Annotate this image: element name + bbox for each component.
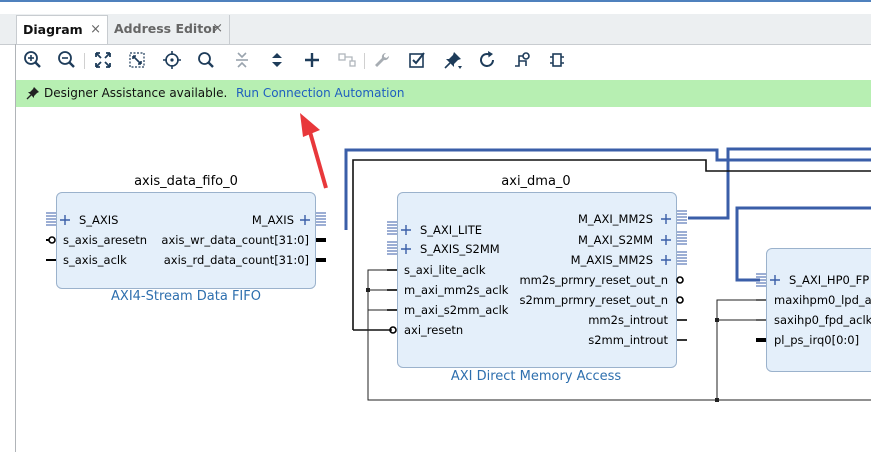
regenerate-layout-icon[interactable]: [476, 49, 498, 71]
ps-port-saxihp0-fpd-aclk[interactable]: saxihp0_fpd_aclk: [774, 313, 871, 327]
fifo-port-rd-data-count[interactable]: axis_rd_data_count[31:0]: [164, 253, 309, 267]
fifo-port-s-axis-aclk[interactable]: s_axis_aclk: [63, 253, 127, 267]
zoom-fit-icon[interactable]: [92, 49, 114, 71]
dma-port-axi-resetn[interactable]: axi_resetn: [404, 323, 463, 337]
fifo-block-title: axis_data_fifo_0: [134, 174, 238, 189]
fifo-block-subtitle: AXI4-Stream Data FIFO: [111, 289, 261, 304]
tab-diagram[interactable]: Diagram ×: [16, 15, 108, 44]
zoom-out-icon[interactable]: [56, 49, 78, 71]
dma-block-subtitle: AXI Direct Memory Access: [450, 369, 622, 384]
diagram-toolbar: [16, 45, 871, 77]
add-ip-icon[interactable]: [301, 49, 323, 71]
ps-port-maxihpm0-lpd-aclk[interactable]: maxihpm0_lpd_ac: [774, 293, 871, 307]
fifo-port-wr-data-count[interactable]: axis_wr_data_count[31:0]: [161, 233, 309, 247]
fifo-port-s-axis[interactable]: S_AXIS: [79, 213, 119, 227]
tab-address-editor[interactable]: Address Editor ×: [108, 15, 230, 44]
dma-port-mm2s-introut[interactable]: mm2s_introut: [588, 313, 668, 327]
make-connection-icon[interactable]: [336, 49, 358, 71]
window-top-border: [0, 0, 871, 2]
tab-diagram-close-icon[interactable]: ×: [90, 16, 101, 44]
dma-port-s2mm-introut[interactable]: s2mm_introut: [588, 333, 668, 347]
center-icon[interactable]: [161, 49, 183, 71]
tab-address-editor-label: Address Editor: [114, 21, 218, 36]
designer-assistance-banner: Designer Assistance available. Run Conne…: [16, 80, 871, 107]
dma-port-s-axis-s2mm[interactable]: S_AXIS_S2MM: [420, 242, 500, 256]
validate-design-icon[interactable]: [406, 49, 428, 71]
dma-port-m-axi-s2mm[interactable]: M_AXI_S2MM: [578, 233, 653, 247]
editor-tab-bar: Diagram × Address Editor ×: [0, 14, 871, 45]
run-connection-automation-link[interactable]: Run Connection Automation: [236, 86, 404, 100]
fifo-port-m-axis[interactable]: M_AXIS: [252, 213, 294, 227]
annotation-arrow: [300, 113, 328, 189]
create-hierarchy-icon[interactable]: [546, 49, 568, 71]
tab-address-editor-close-icon[interactable]: ×: [212, 15, 223, 43]
dma-port-s-axi-lite-aclk[interactable]: s_axi_lite_aclk: [404, 263, 486, 277]
dma-port-m-axi-mm2s[interactable]: M_AXI_MM2S: [578, 212, 653, 226]
designer-assistance-message: Designer Assistance available.: [44, 86, 228, 100]
ps-port-pl-ps-irq0[interactable]: pl_ps_irq0[0:0]: [774, 333, 859, 347]
dma-port-s2mm-prmry-reset-out-n[interactable]: s2mm_prmry_reset_out_n: [519, 293, 668, 307]
dma-block-title: axi_dma_0: [501, 174, 571, 189]
dma-port-m-axis-mm2s[interactable]: M_AXIS_MM2S: [571, 253, 653, 267]
pin-icon[interactable]: [442, 49, 464, 71]
designer-assistance-pin-icon: [26, 87, 39, 100]
toolbar-separator: [364, 53, 365, 69]
dma-port-s-axi-lite[interactable]: S_AXI_LITE: [420, 223, 482, 237]
fifo-port-s-axis-aresetn[interactable]: s_axis_aresetn: [63, 233, 147, 247]
ps-port-s-axi-hp0-fpd[interactable]: S_AXI_HP0_FP: [789, 273, 869, 287]
toolbar-separator: [84, 53, 85, 69]
dma-port-m-axi-s2mm-aclk[interactable]: m_axi_s2mm_aclk: [404, 303, 508, 317]
tab-diagram-label: Diagram: [23, 22, 83, 37]
zoom-in-icon[interactable]: [22, 49, 44, 71]
properties-wrench-icon[interactable]: [371, 49, 393, 71]
dma-port-mm2s-prmry-reset-out-n[interactable]: mm2s_prmry_reset_out_n: [519, 273, 668, 287]
dma-port-m-axi-mm2s-aclk[interactable]: m_axi_mm2s_aclk: [404, 283, 508, 297]
optimize-routing-icon[interactable]: [511, 49, 533, 71]
collapse-icon[interactable]: [231, 49, 253, 71]
search-icon[interactable]: [195, 49, 217, 71]
zynq-ps-block[interactable]: [766, 248, 871, 372]
zoom-selection-icon[interactable]: [126, 49, 148, 71]
expand-icon[interactable]: [266, 49, 288, 71]
